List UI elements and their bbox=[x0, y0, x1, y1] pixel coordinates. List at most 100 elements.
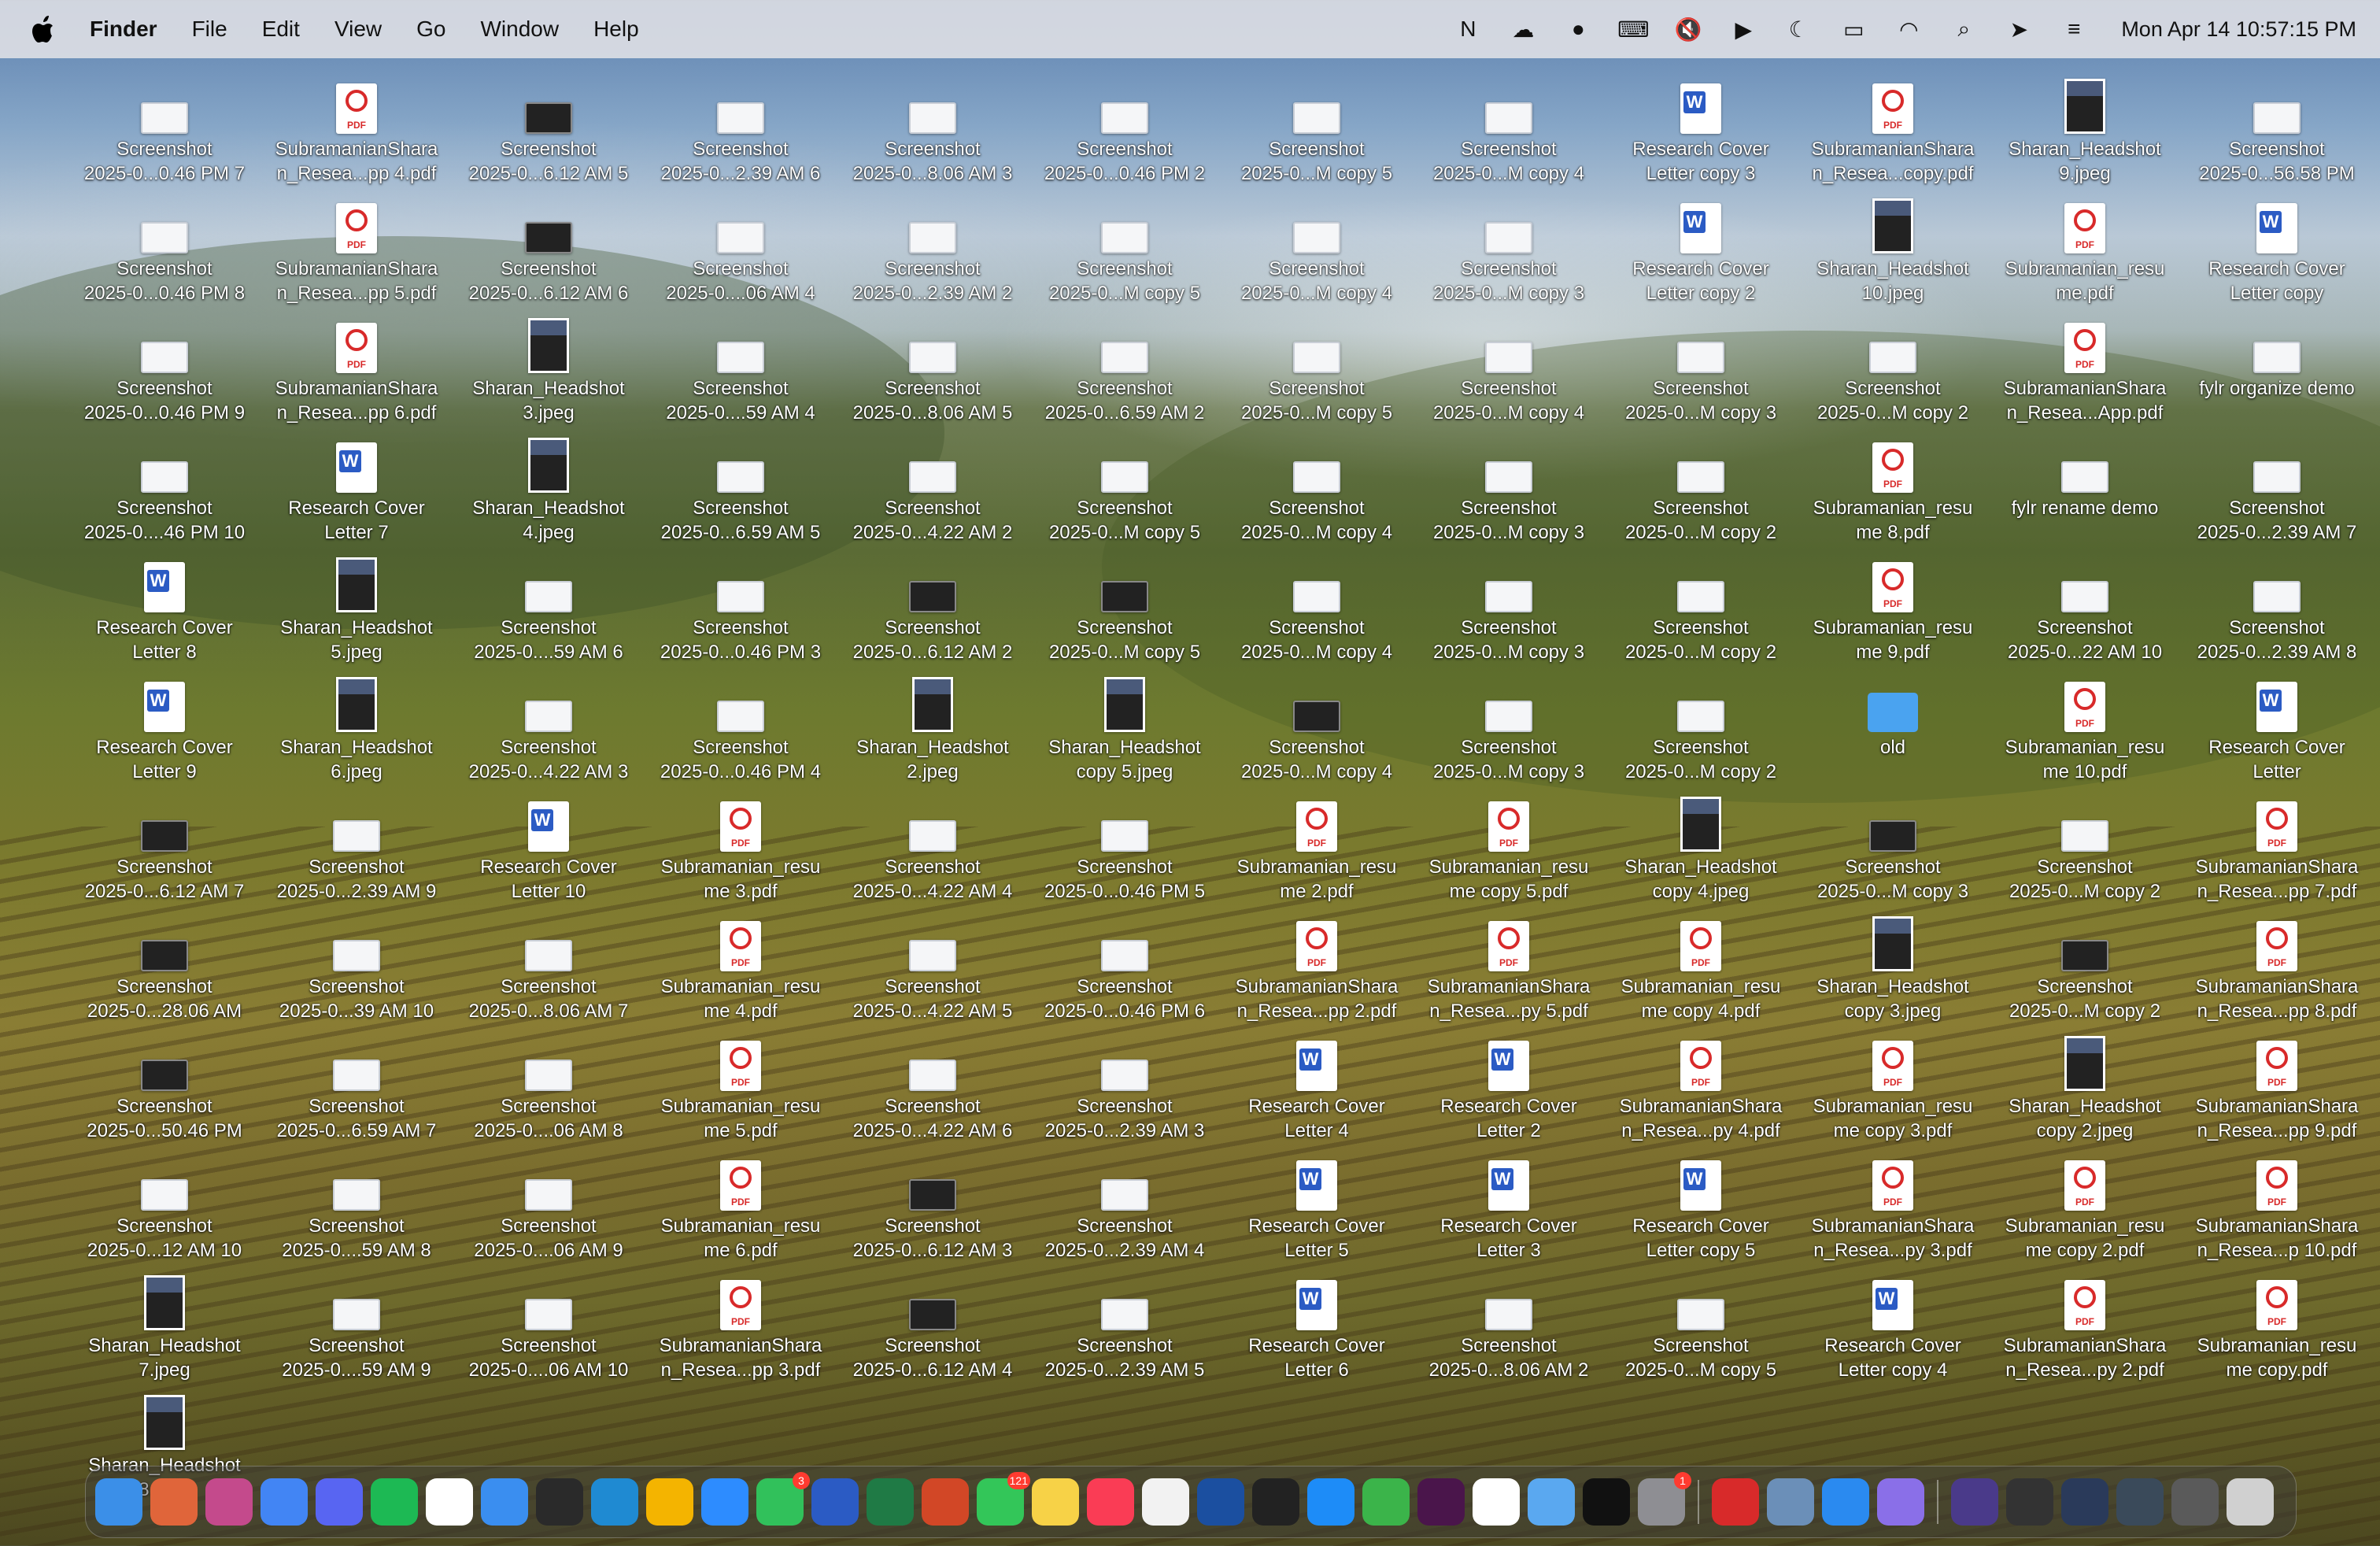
desktop-file[interactable]: W Research Cover Letter 3 bbox=[1410, 1146, 1607, 1263]
desktop-file[interactable]: Screenshot 2025-0...M copy 3 bbox=[1602, 309, 1799, 425]
window-thumb-3-icon[interactable] bbox=[2061, 1478, 2108, 1526]
cube-app-icon[interactable] bbox=[536, 1478, 583, 1526]
desktop-file[interactable]: Screenshot 2025-0...22 AM 10 bbox=[1986, 548, 2183, 664]
desktop-file[interactable]: Screenshot 2025-0...M copy 5 bbox=[1026, 189, 1223, 305]
desktop-file[interactable]: W Research Cover Letter 2 bbox=[1410, 1026, 1607, 1143]
menu-help[interactable]: Help bbox=[593, 17, 639, 42]
system-settings-icon[interactable]: 1 bbox=[1638, 1472, 1691, 1526]
desktop-file[interactable]: fylr rename demo bbox=[1986, 428, 2183, 520]
desktop-file[interactable]: Screenshot 2025-0...M copy 5 bbox=[1218, 309, 1415, 425]
desktop-file[interactable]: Screenshot 2025-0...2.39 AM 2 bbox=[834, 189, 1031, 305]
desktop-file[interactable]: Screenshot 2025-0...2.39 AM 4 bbox=[1026, 1146, 1223, 1263]
vscode-icon[interactable] bbox=[591, 1478, 638, 1526]
calendar-icon[interactable] bbox=[1473, 1478, 1520, 1526]
desktop-file[interactable]: PDF SubramanianShara n_Resea...pp 4.pdf bbox=[258, 69, 455, 186]
desktop-file[interactable]: Screenshot 2025-0...0.46 PM 5 bbox=[1026, 787, 1223, 904]
desktop-file[interactable]: Screenshot 2025-0...6.12 AM 6 bbox=[450, 189, 647, 305]
desktop-file[interactable]: Screenshot 2025-0...6.12 AM 5 bbox=[450, 69, 647, 186]
play-icon[interactable]: ▶ bbox=[1729, 15, 1757, 43]
desktop-file[interactable]: Screenshot 2025-0...50.46 PM bbox=[66, 1026, 263, 1143]
desktop-file[interactable]: Screenshot 2025-0...M copy 5 bbox=[1026, 548, 1223, 664]
desktop-file[interactable]: Screenshot 2025-0...2.39 AM 5 bbox=[1026, 1266, 1223, 1382]
openai-icon[interactable] bbox=[1583, 1478, 1630, 1526]
window-thumb-2-icon[interactable] bbox=[2006, 1478, 2053, 1526]
desktop-file[interactable]: W Research Cover Letter copy 5 bbox=[1602, 1146, 1799, 1263]
moon-icon[interactable]: ☾ bbox=[1784, 15, 1813, 43]
desktop-file[interactable]: W Research Cover Letter 5 bbox=[1218, 1146, 1415, 1263]
desktop-file[interactable]: Sharan_Headshot 3.jpeg bbox=[450, 309, 647, 425]
desktop-file[interactable]: PDF Subramanian_resu me 8.pdf bbox=[1794, 428, 1991, 545]
desktop-file[interactable]: Screenshot 2025-0...2.39 AM 6 bbox=[642, 69, 839, 186]
desktop-file[interactable]: Screenshot 2025-0...8.06 AM 7 bbox=[450, 907, 647, 1023]
desktop-file[interactable]: PDF Subramanian_resu me copy 3.pdf bbox=[1794, 1026, 1991, 1143]
window-thumb-5-icon[interactable] bbox=[2171, 1478, 2219, 1526]
desktop-file[interactable]: W Research Cover Letter 7 bbox=[258, 428, 455, 545]
desktop-file[interactable]: Screenshot 2025-0...6.59 AM 5 bbox=[642, 428, 839, 545]
desktop-file[interactable]: Screenshot 2025-0...M copy 2 bbox=[1602, 548, 1799, 664]
desktop-file[interactable]: Screenshot 2025-0...M copy 3 bbox=[1794, 787, 1991, 904]
desktop-file[interactable]: Screenshot 2025-0....59 AM 6 bbox=[450, 548, 647, 664]
notion-icon[interactable]: N bbox=[1454, 15, 1482, 43]
desktop-file[interactable]: PDF SubramanianShara n_Resea...pp 6.pdf bbox=[258, 309, 455, 425]
desktop-file[interactable]: PDF SubramanianShara n_Resea...copy.pdf bbox=[1794, 69, 1991, 186]
finder-icon[interactable] bbox=[95, 1478, 142, 1526]
desktop-file[interactable]: Screenshot 2025-0...28.06 AM bbox=[66, 907, 263, 1023]
powerpoint-icon[interactable] bbox=[922, 1478, 969, 1526]
desktop-file[interactable]: PDF SubramanianShara n_Resea...py 3.pdf bbox=[1794, 1146, 1991, 1263]
desktop-file[interactable]: fylr organize demo bbox=[2179, 309, 2375, 401]
desktop-file[interactable]: W Research Cover Letter 6 bbox=[1218, 1266, 1415, 1382]
desktop-file[interactable]: Screenshot 2025-0...0.46 PM 9 bbox=[66, 309, 263, 425]
launchpad-icon[interactable] bbox=[150, 1478, 198, 1526]
desktop-file[interactable]: Sharan_Headshot 7.jpeg bbox=[66, 1266, 263, 1382]
menu-window[interactable]: Window bbox=[480, 17, 559, 42]
search-icon[interactable]: ⌕ bbox=[1949, 15, 1978, 43]
safari-icon[interactable] bbox=[1822, 1478, 1869, 1526]
chrome-icon[interactable] bbox=[261, 1478, 308, 1526]
desktop-file[interactable]: Screenshot 2025-0....06 AM 10 bbox=[450, 1266, 647, 1382]
desktop-file[interactable]: W Research Cover Letter copy 3 bbox=[1602, 69, 1799, 186]
desktop-file[interactable]: PDF Subramanian_resu me 4.pdf bbox=[642, 907, 839, 1023]
desktop-file[interactable]: PDF SubramanianShara n_Resea...pp 2.pdf bbox=[1218, 907, 1415, 1023]
desktop-file[interactable]: W Research Cover Letter 10 bbox=[450, 787, 647, 904]
desktop-file[interactable]: PDF SubramanianShara n_Resea...pp 3.pdf bbox=[642, 1266, 839, 1382]
desktop-file[interactable]: Sharan_Headshot 9.jpeg bbox=[1986, 69, 2183, 186]
trash-icon[interactable] bbox=[2227, 1478, 2274, 1526]
desktop-file[interactable]: PDF Subramanian_resu me copy 4.pdf bbox=[1602, 907, 1799, 1023]
acrobat-icon[interactable] bbox=[1712, 1478, 1759, 1526]
desktop-file[interactable]: Screenshot 2025-0...2.39 AM 8 bbox=[2179, 548, 2375, 664]
desktop-file[interactable]: Screenshot 2025-0...4.22 AM 2 bbox=[834, 428, 1031, 545]
desktop-file[interactable]: Screenshot 2025-0...6.12 AM 3 bbox=[834, 1146, 1031, 1263]
zoom-icon[interactable] bbox=[701, 1478, 748, 1526]
slack-icon[interactable] bbox=[1417, 1478, 1465, 1526]
word-icon[interactable] bbox=[811, 1478, 859, 1526]
desktop-file[interactable]: PDF SubramanianShara n_Resea...pp 9.pdf bbox=[2179, 1026, 2375, 1143]
desktop-file[interactable]: old bbox=[1794, 668, 1991, 760]
notes-icon[interactable] bbox=[1032, 1478, 1079, 1526]
desktop-file[interactable]: PDF SubramanianShara n_Resea...App.pdf bbox=[1986, 309, 2183, 425]
desktop-file[interactable]: PDF Subramanian_resu me copy 2.pdf bbox=[1986, 1146, 2183, 1263]
photos-icon[interactable] bbox=[646, 1478, 693, 1526]
desktop-file[interactable]: PDF Subramanian_resu me.pdf bbox=[1986, 189, 2183, 305]
desktop-file[interactable]: Screenshot 2025-0...M copy 3 bbox=[1410, 428, 1607, 545]
window-thumb-1-icon[interactable] bbox=[1951, 1478, 1998, 1526]
desktop-file[interactable]: Sharan_Headshot copy 3.jpeg bbox=[1794, 907, 1991, 1023]
desktop-file[interactable]: W Research Cover Letter bbox=[2179, 668, 2375, 784]
desktop-file[interactable]: Screenshot 2025-0...8.06 AM 2 bbox=[1410, 1266, 1607, 1382]
spotify-icon[interactable] bbox=[371, 1478, 418, 1526]
menu-go[interactable]: Go bbox=[416, 17, 445, 42]
desktop-file[interactable]: Screenshot 2025-0...M copy 4 bbox=[1218, 548, 1415, 664]
desktop-file[interactable]: Screenshot 2025-0...4.22 AM 6 bbox=[834, 1026, 1031, 1143]
desktop-file[interactable]: Sharan_Headshot copy 4.jpeg bbox=[1602, 787, 1799, 904]
desktop-file[interactable]: W Research Cover Letter 9 bbox=[66, 668, 263, 784]
desktop-file[interactable]: PDF SubramanianShara n_Resea...py 2.pdf bbox=[1986, 1266, 2183, 1382]
preview-icon[interactable] bbox=[1767, 1478, 1814, 1526]
desktop-file[interactable]: Sharan_Headshot 4.jpeg bbox=[450, 428, 647, 545]
desktop-file[interactable]: Screenshot 2025-0...8.06 AM 3 bbox=[834, 69, 1031, 186]
mute-icon[interactable]: 🔇 bbox=[1674, 15, 1702, 43]
desktop-file[interactable]: W Research Cover Letter copy bbox=[2179, 189, 2375, 305]
apple-icon[interactable] bbox=[31, 13, 58, 45]
desktop-file[interactable]: Screenshot 2025-0...M copy 3 bbox=[1410, 668, 1607, 784]
desktop-file[interactable]: Screenshot 2025-0...2.39 AM 9 bbox=[258, 787, 455, 904]
desktop-file[interactable]: Screenshot 2025-0...M copy 3 bbox=[1410, 548, 1607, 664]
desktop-file[interactable]: Sharan_Headshot 5.jpeg bbox=[258, 548, 455, 664]
